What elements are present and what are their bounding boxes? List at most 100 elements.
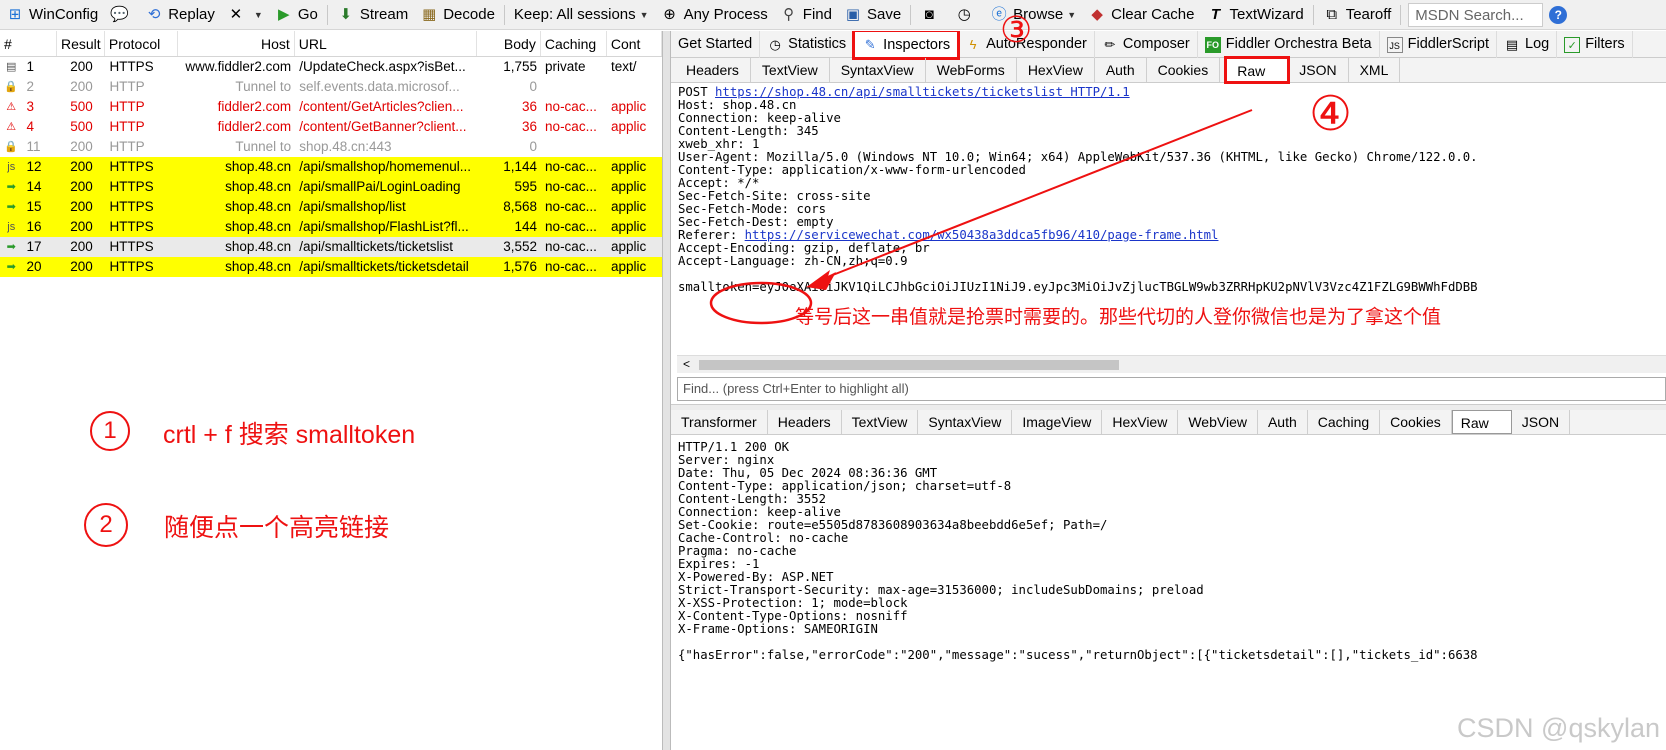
tab-log[interactable]: ▤ Log: [1497, 31, 1558, 58]
table-row[interactable]: ➡ 20 200 HTTPS shop.48.cn/api/smalltickets/t…: [0, 257, 662, 277]
resp-line: Cache-Control: no-cache: [678, 531, 849, 545]
clear-cache-button[interactable]: ◆ Clear Cache: [1082, 0, 1200, 29]
scrollbar-thumb[interactable]: [699, 360, 1119, 370]
any-process-button[interactable]: ⊕ Any Process: [655, 0, 774, 29]
winconfig-button[interactable]: ⊞ WinConfig: [0, 0, 104, 29]
table-row[interactable]: 🔒 2 200 HTTP Tunnel to self.events.data.micro…: [0, 77, 662, 97]
replay-button[interactable]: ⟲ Replay: [139, 0, 221, 29]
tab-filters[interactable]: ✓ Filters: [1557, 31, 1633, 58]
keep-sessions-dropdown[interactable]: Keep: All sessions ▼: [508, 0, 655, 29]
decode-button[interactable]: ▦ Decode: [414, 0, 501, 29]
tab-fiddler-orchestra[interactable]: FO Fiddler Orchestra Beta: [1198, 31, 1380, 58]
timer-button[interactable]: ◷: [949, 0, 984, 29]
tab-inspectors[interactable]: ✎ Inspectors: [852, 31, 961, 60]
req-tab-hexview[interactable]: HexView: [1017, 58, 1095, 82]
resp-line: Pragma: no-cache: [678, 544, 797, 558]
find-input[interactable]: Find... (press Ctrl+Enter to highlight a…: [677, 377, 1666, 401]
tab-statistics[interactable]: ◷ Statistics: [760, 31, 855, 58]
chevron-left-icon[interactable]: <: [683, 356, 690, 373]
resp-tab-textview[interactable]: TextView: [842, 410, 919, 434]
table-row[interactable]: ➡ 14 200 HTTPS shop.48.cn/api/smallPai/Login…: [0, 177, 662, 197]
column-header-body[interactable]: Body: [477, 31, 541, 56]
tearoff-button[interactable]: ⧉ Tearoff: [1317, 0, 1398, 29]
resp-tab-hexview[interactable]: HexView: [1102, 410, 1179, 434]
req-tab-headers[interactable]: Headers: [675, 58, 751, 82]
column-header-result[interactable]: Result: [57, 31, 105, 56]
resp-tab-cookies[interactable]: Cookies: [1380, 410, 1452, 434]
cell-content-type: applic: [610, 99, 647, 114]
comment-button[interactable]: 💬: [104, 0, 139, 29]
save-button[interactable]: ▣ Save: [838, 0, 907, 29]
resp-tab-transformer[interactable]: Transformer: [671, 410, 768, 434]
resp-line: Expires: -1: [678, 557, 760, 571]
req-line: User-Agent: Mozilla/5.0 (Windows NT 10.0…: [678, 150, 1478, 164]
inspector-icon: ✎: [864, 37, 876, 52]
tab-fiddlerscript[interactable]: JS FiddlerScript: [1380, 31, 1497, 58]
replay-icon: ⟲: [147, 5, 161, 23]
table-row[interactable]: ⚠ 4 500 HTTP fiddler2.com/content/GetBanner?…: [0, 117, 662, 137]
req-tab-auth[interactable]: Auth: [1095, 58, 1147, 82]
smalltoken-line: smalltoken=eyJ0eXAiOiJKV1QiLCJhbGciOiJIU…: [678, 280, 1478, 294]
cell-content-type: applic: [610, 179, 647, 194]
table-row[interactable]: ⚠ 3 500 HTTP fiddler2.com/content/GetArticle…: [0, 97, 662, 117]
resp-tab-auth[interactable]: Auth: [1258, 410, 1308, 434]
cell-host: Tunnel to: [235, 139, 292, 154]
resp-tab-raw[interactable]: Raw: [1451, 410, 1512, 434]
step-3-marker: ③: [1000, 9, 1033, 50]
table-row[interactable]: ▤ 1 200 HTTPS www.fiddler2.com/UpdateCheck.a…: [0, 57, 662, 77]
cell-caching: no-cac...: [545, 119, 597, 134]
resp-tab-syntaxview[interactable]: SyntaxView: [918, 410, 1013, 434]
cell-content-type: applic: [610, 239, 647, 254]
req-tab-raw[interactable]: Raw: [1224, 56, 1291, 84]
column-header-url[interactable]: URL: [295, 31, 477, 56]
tab-composer[interactable]: ✏ Composer: [1095, 31, 1198, 58]
req-tab-syntaxview[interactable]: SyntaxView: [830, 58, 926, 82]
table-row[interactable]: ➡ 17 200 HTTPS shop.48.cn/api/smalltickets/t…: [0, 237, 662, 257]
screenshot-button[interactable]: ◙: [914, 0, 949, 29]
table-row[interactable]: js 16 200 HTTPS shop.48.cn/api/smallshop/Fla…: [0, 217, 662, 237]
tab-get-started[interactable]: Get Started: [671, 31, 761, 58]
textwizard-button[interactable]: T TextWizard: [1201, 0, 1310, 29]
column-header-protocol[interactable]: Protocol: [105, 31, 179, 56]
cell-host: shop.48.cn: [225, 259, 292, 274]
resp-tab-caching[interactable]: Caching: [1308, 410, 1381, 434]
cell-body: 1,576: [503, 259, 538, 274]
remove-button[interactable]: ✕ ▼: [221, 0, 269, 29]
column-header-content-type[interactable]: Cont: [607, 31, 662, 56]
req-tab-cookies[interactable]: Cookies: [1147, 58, 1221, 82]
resp-tab-imageview[interactable]: ImageView: [1012, 410, 1103, 434]
table-row[interactable]: ➡ 15 200 HTTPS shop.48.cn/api/smallshop/list…: [0, 197, 662, 217]
stream-button[interactable]: ⬇ Stream: [331, 0, 414, 29]
browse-button[interactable]: ⓔ Browse ▼: [984, 0, 1082, 29]
request-horizontal-scrollbar[interactable]: <: [677, 355, 1666, 373]
help-icon[interactable]: ?: [1549, 5, 1568, 24]
resp-line: X-Content-Type-Options: nosniff: [678, 609, 908, 623]
req-tab-webforms[interactable]: WebForms: [926, 58, 1017, 82]
column-header-num[interactable]: #: [0, 31, 57, 56]
pane-splitter[interactable]: [662, 31, 671, 750]
cell-body: 595: [514, 179, 538, 194]
referer-link[interactable]: https://servicewechat.com/wx50438a3ddca5…: [745, 228, 1219, 242]
resp-tab-json[interactable]: JSON: [1512, 410, 1571, 434]
req-tab-xml[interactable]: XML: [1349, 58, 1401, 82]
column-header-host[interactable]: Host: [178, 31, 295, 56]
cell-result: 200: [70, 159, 93, 174]
column-header-caching[interactable]: Caching: [541, 31, 607, 56]
go-button[interactable]: ▶ Go: [269, 0, 324, 29]
table-row[interactable]: 🔒 11 200 HTTP Tunnel to shop.48.cn:443 0: [0, 137, 662, 157]
msdn-search-input[interactable]: MSDN Search...: [1408, 2, 1544, 27]
resp-tab-webview[interactable]: WebView: [1178, 410, 1258, 434]
cell-url: /api/smalltickets/ticketsdetail: [299, 259, 469, 274]
req-line: Accept-Encoding: gzip, deflate, br: [678, 241, 930, 255]
go-icon: ▶: [278, 5, 290, 23]
resp-tab-headers[interactable]: Headers: [768, 410, 842, 434]
cell-caching: no-cac...: [545, 259, 597, 274]
table-row[interactable]: js 12 200 HTTPS shop.48.cn/api/smallshop/hom…: [0, 157, 662, 177]
session-icon: ➡: [6, 201, 16, 213]
find-button[interactable]: ⚲ Find: [774, 0, 838, 29]
response-raw-text[interactable]: HTTP/1.1 200 OK Server: nginx Date: Thu,…: [678, 441, 1666, 671]
cell-caching: [541, 137, 607, 157]
req-tab-json[interactable]: JSON: [1288, 58, 1349, 82]
top-tabs: Get Started ◷ Statistics ✎ Inspectors ϟ Aut…: [671, 31, 1666, 60]
req-tab-textview[interactable]: TextView: [751, 58, 830, 82]
